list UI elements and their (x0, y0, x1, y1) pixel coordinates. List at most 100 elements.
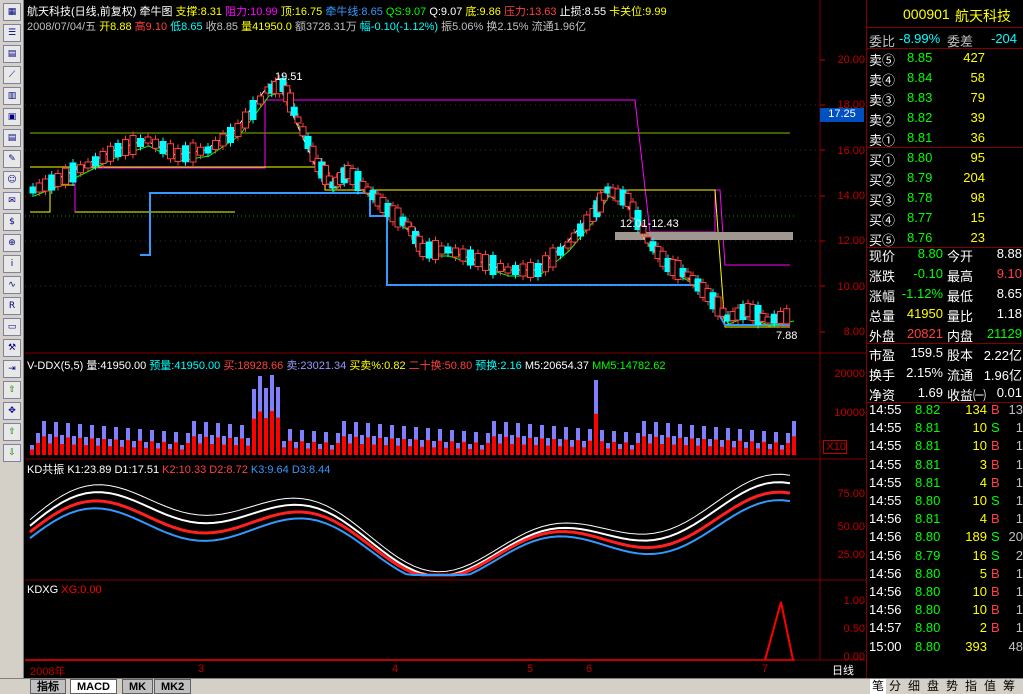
fund-icon[interactable]: $ (3, 213, 21, 231)
volume-buy-bar (408, 446, 412, 455)
low-marker: 7.88 (776, 330, 798, 342)
tab-mk[interactable]: MK (122, 679, 154, 694)
tab-mk2[interactable]: MK2 (154, 679, 192, 694)
ddx-ratio: 买卖%:0.82 (349, 360, 406, 372)
kd-k1: K1:23.89 (67, 464, 112, 476)
move-icon[interactable]: ✥ (3, 402, 21, 420)
user-icon[interactable]: ☺ (3, 171, 21, 189)
tick-time: 14:55 (869, 474, 902, 490)
tab-indicator[interactable]: 指标 (30, 679, 66, 694)
volume-buy-bar (108, 446, 112, 455)
table-icon[interactable]: ▤ (3, 45, 21, 63)
volume-buy-bar (156, 448, 160, 455)
tick-row: 15:00 8.80 393 48 (867, 637, 1023, 657)
x-tick: 7 (762, 663, 769, 675)
tab-6[interactable]: 值 (984, 679, 996, 694)
grid-icon[interactable]: ▦ (3, 3, 21, 21)
wrench-icon[interactable]: ⚒ (3, 339, 21, 357)
volume-buy-bar (768, 448, 772, 455)
web-icon[interactable]: ⊕ (3, 234, 21, 252)
tick-time: 14:55 (869, 402, 902, 417)
volume-buy-bar (384, 445, 388, 455)
stat-label: 量比 (947, 309, 974, 324)
candle-body (504, 266, 512, 274)
sell-label: 卖④ (869, 73, 896, 88)
rsi-icon[interactable]: R (3, 297, 21, 315)
buy-row: 买① 8.80 95 (867, 148, 1023, 168)
tick-count: 1 (1015, 474, 1023, 490)
report-icon[interactable]: ▤ (3, 129, 21, 147)
volume-buy-bar (684, 445, 688, 455)
candle-body (182, 145, 189, 163)
kd-tick: 50.00 (837, 521, 865, 533)
buy-volume: 204 (963, 170, 985, 185)
header-line-1: 航天科技(日线,前复权) 牵牛图 支撑:8.31 阻力:10.99 顶:16.7… (27, 3, 667, 19)
sell-label: 卖① (869, 133, 896, 148)
stat-value: 8.80 (917, 246, 943, 261)
stat-row: 外盘 20821 内盘 21129 (867, 324, 1023, 344)
period-label[interactable]: 日线 (832, 662, 854, 678)
q-value: Q:9.07 (429, 6, 463, 18)
page-icon[interactable]: ▭ (3, 318, 21, 336)
volume-buy-bar (90, 438, 94, 455)
tab-4[interactable]: 势 (946, 679, 958, 694)
exit-icon[interactable]: ⇥ (3, 360, 21, 378)
arrow-down-icon[interactable]: ⇩ (3, 444, 21, 462)
sell-row: 卖③ 8.83 79 (867, 88, 1023, 108)
volume-buy-bar (588, 440, 592, 455)
kline-chart-area[interactable] (25, 0, 866, 678)
volume-buy-bar (534, 445, 538, 455)
info-icon[interactable]: i (3, 255, 21, 273)
tick-volume: 10 (972, 493, 987, 508)
tab-5[interactable]: 指 (965, 679, 977, 694)
doc-icon[interactable]: ▣ (3, 108, 21, 126)
volume-buy-bar (288, 440, 292, 455)
tick-side: B (991, 474, 1000, 490)
tab-3[interactable]: 盘 (927, 679, 939, 694)
close-value: 收8.85 (205, 21, 239, 33)
header-line-2: 2008/07/04/五 开8.88 高9.10 低8.65 收8.85 量41… (27, 18, 586, 34)
volume-buy-bar (210, 444, 214, 455)
volume-buy-bar (612, 441, 616, 455)
sell-volume: 427 (963, 50, 985, 65)
tab-1[interactable]: 分 (889, 679, 901, 694)
ddx-vol: 量:41950.00 (86, 360, 147, 372)
volume-buy-bar (366, 437, 370, 455)
tick-time: 14:55 (869, 493, 902, 508)
candle-body (489, 255, 497, 275)
volume-buy-bar (594, 413, 598, 455)
tick-side: B (991, 456, 1000, 472)
bar-icon[interactable]: ▥ (3, 87, 21, 105)
volume-buy-bar (78, 437, 82, 455)
note-icon[interactable]: ✎ (3, 150, 21, 168)
tick-price: 8.79 (915, 547, 941, 563)
volume-buy-bar (102, 439, 106, 455)
chart-icon[interactable]: ⟋ (3, 66, 21, 84)
mail-icon[interactable]: ✉ (3, 192, 21, 210)
tab-2[interactable]: 细 (908, 679, 920, 694)
arrow-up2-icon[interactable]: ⇧ (3, 423, 21, 441)
volume-buy-bar (270, 411, 274, 455)
buy-row: 买② 8.79 204 (867, 168, 1023, 188)
volume-buy-bar (678, 437, 682, 455)
tick-row: 14:55 8.82 134 B 13 (867, 400, 1023, 420)
tab-macd[interactable]: MACD (70, 679, 117, 694)
volume-buy-bar (276, 417, 280, 455)
stat-label: 今开 (947, 249, 974, 264)
volume-buy-bar (756, 448, 760, 455)
wave-icon[interactable]: ∿ (3, 276, 21, 294)
list-icon[interactable]: ☰ (3, 24, 21, 42)
stat-value: 8.88 (996, 246, 1022, 261)
tick-row: 14:56 8.81 4 B 1 (867, 509, 1023, 529)
tab-0[interactable]: 笔 (870, 679, 887, 694)
tab-7[interactable]: 筹 (1003, 679, 1015, 694)
candle-body (129, 135, 137, 155)
buy-price: 8.79 (907, 170, 933, 185)
buy-label: 买③ (869, 193, 896, 208)
candle-body (48, 174, 56, 191)
candle-body (577, 223, 584, 237)
volume-buy-bar (252, 418, 256, 455)
quote-panel: 000901 航天科技 委比 -8.99% 委差 -204 卖⑤ 8.85 427 卖… (866, 0, 1023, 678)
sell-row: 卖① 8.81 36 (867, 128, 1023, 148)
arrow-up-icon[interactable]: ⇧ (3, 381, 21, 399)
